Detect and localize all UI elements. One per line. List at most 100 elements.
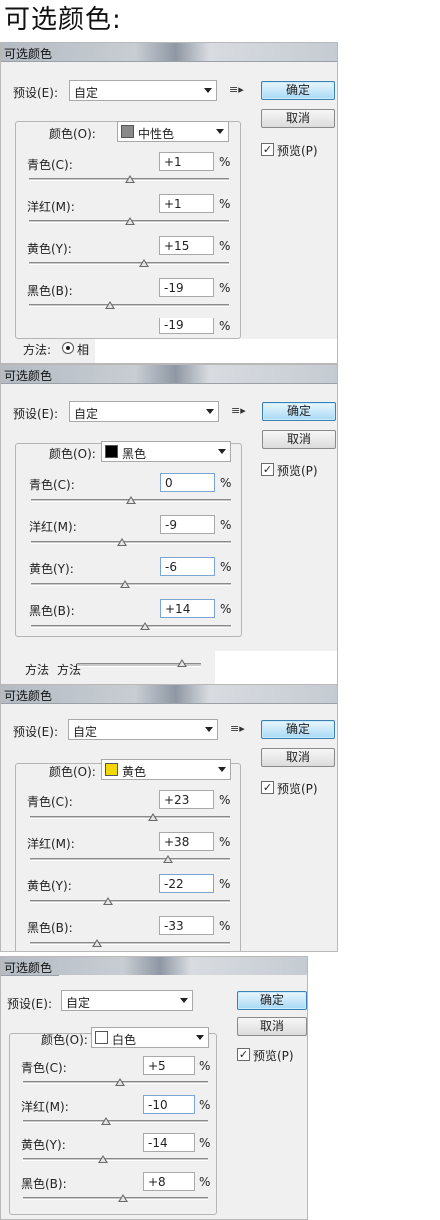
percent-sign: % xyxy=(219,155,231,169)
magenta-slider-track[interactable] xyxy=(30,858,230,861)
yellow-slider-track[interactable] xyxy=(31,583,231,586)
preset-select[interactable]: 自定 xyxy=(61,990,193,1011)
chevron-down-icon xyxy=(216,129,224,134)
color-select-value: 黄色 xyxy=(122,765,147,779)
color-select[interactable]: 白色 xyxy=(91,1027,209,1048)
percent-sign: % xyxy=(219,281,231,295)
method-radio-relative[interactable] xyxy=(62,342,74,354)
black-slider-track[interactable] xyxy=(29,304,229,307)
preview-checkbox[interactable]: ✓ xyxy=(261,781,274,794)
torn-edge xyxy=(215,651,337,685)
percent-sign: % xyxy=(199,1136,211,1150)
ok-button[interactable]: 确定 xyxy=(262,402,336,421)
preset-select[interactable]: 自定 xyxy=(69,401,219,422)
magenta-slider-thumb[interactable] xyxy=(163,855,173,863)
yellow-slider-track[interactable] xyxy=(30,900,230,903)
method-label: 方法 xyxy=(25,663,50,677)
magenta-input[interactable]: +1 xyxy=(159,194,214,213)
preset-menu-icon[interactable]: ≡▸ xyxy=(230,723,245,734)
percent-sign: % xyxy=(219,835,231,849)
percent-sign: % xyxy=(219,319,231,333)
cancel-button[interactable]: 取消 xyxy=(237,1017,307,1036)
black-input[interactable]: +8 xyxy=(143,1172,195,1191)
yellow-slider-thumb[interactable] xyxy=(120,580,130,588)
black-slider-track[interactable] xyxy=(30,942,230,945)
chevron-down-icon xyxy=(218,767,226,772)
color-select[interactable]: 黄色 xyxy=(101,759,231,780)
cyan-input[interactable]: +23 xyxy=(159,790,214,809)
color-swatch xyxy=(105,445,118,458)
preset-value: 自定 xyxy=(74,86,99,100)
chevron-down-icon xyxy=(205,727,213,732)
cyan-slider-thumb[interactable] xyxy=(126,496,136,504)
preset-value: 自定 xyxy=(74,407,99,421)
color-swatch xyxy=(95,1031,108,1044)
yellow-slider-thumb[interactable] xyxy=(103,897,113,905)
color-select-value: 白色 xyxy=(112,1033,137,1047)
preset-select[interactable]: 自定 xyxy=(68,719,218,740)
black-slider-thumb[interactable] xyxy=(92,939,102,947)
preview-label: 预览(P) xyxy=(277,464,318,478)
black-slider-thumb[interactable] xyxy=(105,301,115,309)
black-input[interactable]: -33 xyxy=(159,916,214,935)
magenta-input[interactable]: +38 xyxy=(159,832,214,851)
black-slider-track[interactable] xyxy=(31,625,231,628)
preset-menu-icon[interactable]: ≡▸ xyxy=(229,84,244,95)
yellow-slider-track[interactable] xyxy=(29,262,229,265)
magenta-input[interactable]: -10 xyxy=(143,1095,195,1114)
yellow-input[interactable]: -22 xyxy=(159,874,214,893)
cyan-input[interactable]: +5 xyxy=(143,1056,195,1075)
yellow-slider-thumb[interactable] xyxy=(97,1155,108,1163)
preset-label: 预设(E): xyxy=(13,725,58,739)
preview-checkbox[interactable]: ✓ xyxy=(237,1048,250,1061)
yellow-slider-thumb[interactable] xyxy=(139,259,149,267)
yellow-slider-track[interactable] xyxy=(23,1158,208,1161)
magenta-slider-thumb[interactable] xyxy=(125,217,135,225)
preset-label: 预设(E): xyxy=(13,407,58,421)
black-input[interactable]: -19 xyxy=(159,278,214,297)
ok-button[interactable]: 确定 xyxy=(261,720,335,739)
cyan-slider-thumb[interactable] xyxy=(148,813,158,821)
magenta-input[interactable]: -9 xyxy=(160,515,215,534)
selective-color-dialog-whites: 可选颜色 预设(E): 自定 确定 取消 ✓ 预览(P) 颜色(O): 白色 青… xyxy=(0,956,308,1220)
dialog-titlebar: 可选颜色 xyxy=(1,957,307,976)
preview-checkbox[interactable]: ✓ xyxy=(261,143,274,156)
color-select-value: 中性色 xyxy=(138,127,175,141)
magenta-slider-track[interactable] xyxy=(31,541,231,544)
percent-sign: % xyxy=(199,1098,211,1112)
color-select[interactable]: 黑色 xyxy=(101,441,231,462)
ok-button[interactable]: 确定 xyxy=(237,991,307,1010)
cancel-button[interactable]: 取消 xyxy=(261,748,335,767)
yellow-input[interactable]: +15 xyxy=(159,236,214,255)
magenta-slider-track[interactable] xyxy=(23,1120,208,1123)
black-slider-thumb[interactable] xyxy=(117,1194,128,1202)
preset-select[interactable]: 自定 xyxy=(69,80,217,101)
magenta-slider-thumb[interactable] xyxy=(117,538,127,546)
dialog-titlebar: 可选颜色 xyxy=(1,43,337,62)
stray-slider-thumb xyxy=(177,659,187,667)
cancel-button[interactable]: 取消 xyxy=(262,430,336,449)
yellow-label: 黄色(Y): xyxy=(29,562,74,576)
black-slider-thumb[interactable] xyxy=(140,622,150,630)
preset-menu-icon[interactable]: ≡▸ xyxy=(231,405,246,416)
torn-edge xyxy=(95,339,337,363)
cyan-slider-track[interactable] xyxy=(30,816,230,819)
selective-color-dialog-neutrals: 可选颜色 预设(E): 自定 ≡▸ 确定 取消 ✓ 预览(P) 颜色(O): 中… xyxy=(0,42,338,364)
cancel-button[interactable]: 取消 xyxy=(261,109,335,128)
magenta-slider-thumb[interactable] xyxy=(101,1117,112,1125)
colors-label: 颜色(O): xyxy=(49,765,96,779)
yellow-input[interactable]: -6 xyxy=(160,557,215,576)
magenta-label: 洋红(M): xyxy=(27,837,75,851)
cyan-input[interactable]: +1 xyxy=(159,152,214,171)
ok-button[interactable]: 确定 xyxy=(261,81,335,100)
cyan-input[interactable]: 0 xyxy=(160,473,215,492)
cyan-slider-thumb[interactable] xyxy=(125,175,135,183)
black-input[interactable]: +14 xyxy=(160,599,215,618)
cyan-slider-thumb[interactable] xyxy=(115,1078,126,1086)
color-select-value: 黑色 xyxy=(122,447,147,461)
black-slider-track[interactable] xyxy=(23,1197,208,1200)
yellow-input[interactable]: -14 xyxy=(143,1133,195,1152)
yellow-label: 黄色(Y): xyxy=(21,1138,66,1152)
preview-checkbox[interactable]: ✓ xyxy=(261,463,274,476)
color-select[interactable]: 中性色 xyxy=(117,121,229,142)
